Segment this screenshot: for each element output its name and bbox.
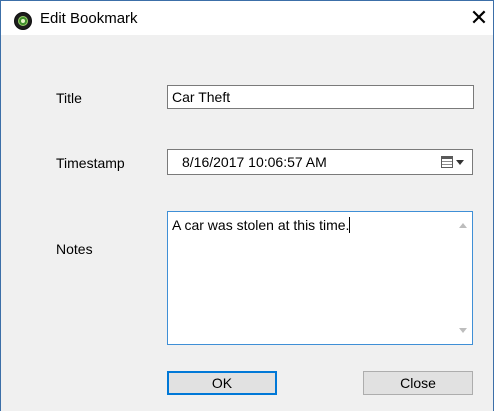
scroll-up-arrow-icon[interactable] <box>459 223 467 228</box>
timestamp-label: Timestamp <box>56 155 125 171</box>
text-cursor <box>349 217 351 233</box>
close-button[interactable]: Close <box>363 371 473 395</box>
notes-label: Notes <box>56 241 93 257</box>
ok-button[interactable]: OK <box>167 371 277 395</box>
close-window-icon[interactable]: ✕ <box>467 7 491 31</box>
notes-textarea[interactable]: A car was stolen at this time. <box>167 211 473 345</box>
title-input[interactable]: Car Theft <box>167 85 474 109</box>
timestamp-value: 8/16/2017 10:06:57 AM <box>182 154 327 170</box>
scroll-down-arrow-icon[interactable] <box>459 328 467 333</box>
window-title: Edit Bookmark <box>40 10 138 27</box>
app-target-icon <box>14 12 32 30</box>
calendar-icon-header <box>441 156 453 159</box>
title-label: Title <box>56 90 82 106</box>
notes-scrollbar[interactable] <box>455 212 472 344</box>
title-bar: Edit Bookmark ✕ <box>1 1 493 35</box>
app-icon-dot <box>21 19 25 23</box>
timestamp-picker[interactable]: 8/16/2017 10:06:57 AM <box>167 149 473 175</box>
edit-bookmark-dialog: Edit Bookmark ✕ Title Car Theft Timestam… <box>0 0 494 411</box>
calendar-dropdown-icon[interactable] <box>441 156 465 170</box>
dropdown-caret-icon <box>456 160 464 165</box>
notes-text: A car was stolen at this time. <box>172 217 350 233</box>
